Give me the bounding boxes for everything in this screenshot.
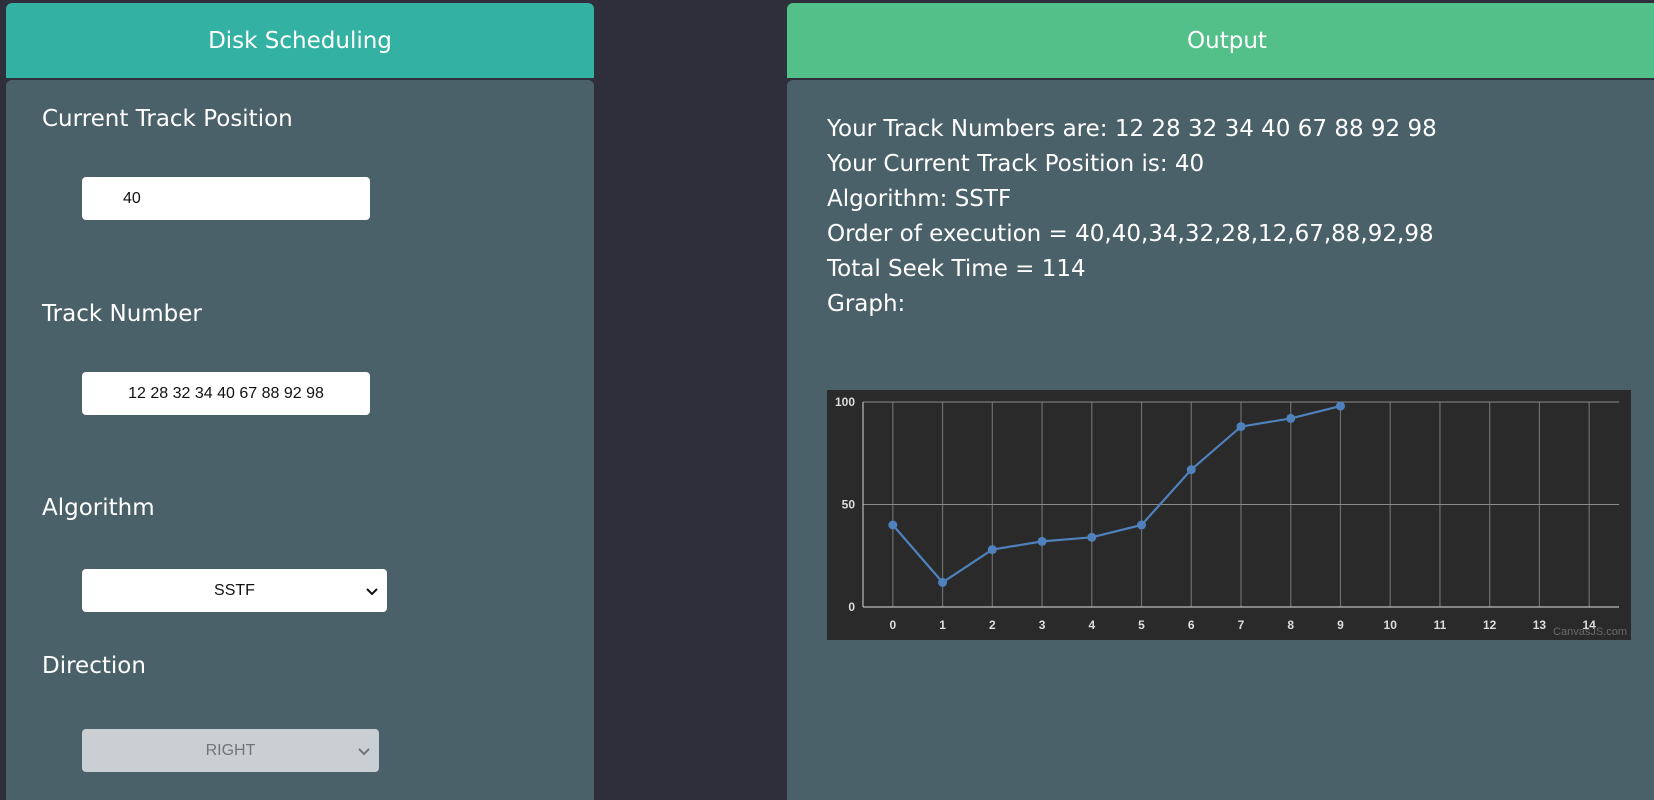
algorithm-label: Algorithm <box>42 495 155 521</box>
data-point <box>1335 401 1345 411</box>
output-header: Output <box>787 3 1654 78</box>
disk-scheduling-title: Disk Scheduling <box>208 27 392 54</box>
x-tick-label: 5 <box>1138 618 1145 632</box>
direction-label: Direction <box>42 653 146 679</box>
x-tick-label: 1 <box>939 618 946 632</box>
x-tick-label: 7 <box>1238 618 1245 632</box>
current-position-text: Your Current Track Position is: 40 <box>827 151 1205 177</box>
graph-label: Graph: <box>827 291 906 317</box>
current-track-label: Current Track Position <box>42 106 293 132</box>
output-panel: Your Track Numbers are: 12 28 32 34 40 6… <box>787 80 1654 800</box>
disk-scheduling-header: Disk Scheduling <box>6 3 594 78</box>
series-line <box>892 405 1341 584</box>
y-tick-label: 0 <box>848 600 855 614</box>
direction-selected-value: RIGHT <box>205 741 256 759</box>
x-tick-label: 4 <box>1088 618 1095 632</box>
seek-chart: 0 1 2 3 4 5 6 7 8 9 10 11 12 13 14 0 50 100 CanvasJS.com <box>827 390 1631 640</box>
track-number-input[interactable] <box>82 372 370 415</box>
track-numbers-text: Your Track Numbers are: 12 28 32 34 40 6… <box>827 116 1437 142</box>
output-title: Output <box>1187 27 1267 54</box>
data-point <box>1137 520 1147 530</box>
x-tick-label: 2 <box>989 618 996 632</box>
data-point <box>1236 422 1246 432</box>
data-point <box>1186 465 1196 475</box>
order-of-execution-text: Order of execution = 40,40,34,32,28,12,6… <box>827 221 1434 247</box>
algorithm-selected-value: SSTF <box>214 581 255 599</box>
data-point <box>938 577 948 587</box>
data-point <box>888 520 898 530</box>
x-tick-label: 9 <box>1337 618 1344 632</box>
y-tick-label: 50 <box>842 498 856 512</box>
total-seek-time-text: Total Seek Time = 114 <box>827 256 1086 282</box>
x-tick-label: 12 <box>1483 618 1497 632</box>
chevron-down-icon <box>358 747 370 755</box>
chart-credit: CanvasJS.com <box>1553 626 1627 638</box>
x-tick-label: 8 <box>1287 618 1294 632</box>
algorithm-text: Algorithm: SSTF <box>827 186 1012 212</box>
data-point <box>1037 536 1047 546</box>
y-tick-label: 100 <box>835 395 855 409</box>
input-panel: Current Track Position Track Number Algo… <box>6 80 594 800</box>
x-tick-label: 6 <box>1188 618 1195 632</box>
x-tick-label: 0 <box>889 618 896 632</box>
track-number-label: Track Number <box>42 301 202 327</box>
current-track-input[interactable] <box>82 177 370 220</box>
x-tick-label: 11 <box>1434 618 1447 632</box>
data-point <box>987 545 997 555</box>
x-tick-label: 3 <box>1039 618 1046 632</box>
data-point <box>1087 532 1097 542</box>
x-tick-label: 13 <box>1533 618 1547 632</box>
data-point <box>1286 413 1296 423</box>
algorithm-select[interactable]: SSTF <box>82 569 387 612</box>
direction-select[interactable]: RIGHT <box>82 729 379 772</box>
seek-chart-svg: 0 1 2 3 4 5 6 7 8 9 10 11 12 13 14050100 <box>835 395 1619 632</box>
chevron-down-icon <box>366 587 378 595</box>
x-tick-label: 10 <box>1384 618 1398 632</box>
